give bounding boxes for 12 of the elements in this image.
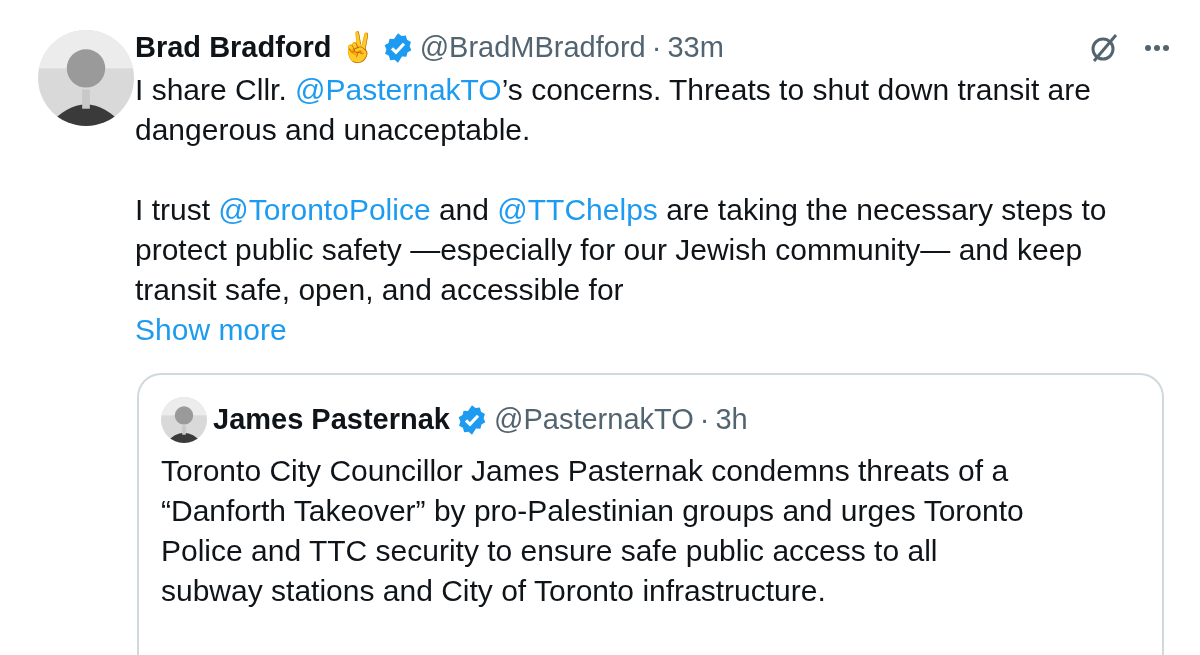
author-name[interactable]: Brad Bradford ✌ xyxy=(135,26,376,70)
post-text: I share Cllr. @PasternakTO’s concerns. Threats to shut down transit are dangerous and unacceptable. xyxy=(135,72,1092,148)
post-time[interactable]: 33m xyxy=(667,26,724,70)
post-text: I trust @TorontoPolice and @TTChelps are taking the necessary steps to protect public safety —especially for our Jewish community— and keep transit safe, open, and accessible for xyxy=(135,192,1108,308)
separator-dot: · xyxy=(699,402,710,438)
post-time[interactable]: 3h xyxy=(715,398,748,442)
separator-dot: · xyxy=(651,30,662,66)
author-name[interactable]: James Pasternak xyxy=(213,398,450,442)
more-icon[interactable] xyxy=(1144,44,1170,52)
author-handle[interactable]: @PasternakTO xyxy=(494,398,694,442)
author-handle[interactable]: @BradMBradford xyxy=(419,26,646,70)
quoted-post-text: Toronto City Councillor James Pasternak condemns threats of a “Danforth Takeover” by pro-Palestinian groups and urges Toronto Police and TTC security to ensure safe public access to all subway stations and City of Toronto infrastructure. xyxy=(161,453,1025,609)
